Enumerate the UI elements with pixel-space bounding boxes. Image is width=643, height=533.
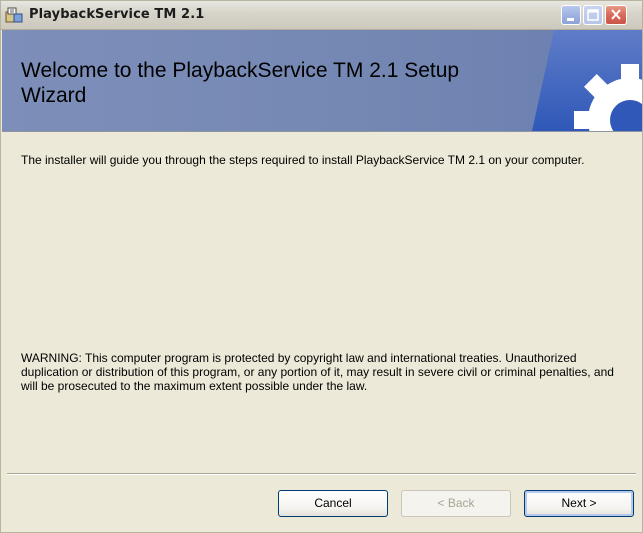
setup-wizard-window: PlaybackService TM 2.1 Welcome to the Pl…: [0, 0, 643, 533]
cancel-button[interactable]: Cancel: [278, 490, 388, 517]
title-bar[interactable]: PlaybackService TM 2.1: [1, 1, 642, 30]
gear-icon: [532, 30, 642, 131]
wizard-banner: Welcome to the PlaybackService TM 2.1 Se…: [2, 30, 642, 132]
window-title: PlaybackService TM 2.1: [29, 7, 205, 22]
close-button[interactable]: [605, 5, 627, 25]
banner-title: Welcome to the PlaybackService TM 2.1 Se…: [21, 59, 460, 107]
minimize-icon: [567, 18, 574, 21]
minimize-button[interactable]: [561, 5, 581, 25]
copyright-warning: WARNING: This computer program is protec…: [21, 351, 614, 393]
back-button[interactable]: < Back: [401, 490, 511, 517]
intro-text: The installer will guide you through the…: [21, 153, 585, 167]
button-separator: [7, 473, 636, 475]
next-button[interactable]: Next >: [524, 490, 634, 517]
maximize-button[interactable]: [583, 5, 603, 25]
installer-icon: [5, 6, 23, 24]
close-icon: [611, 9, 621, 20]
maximize-icon: [587, 9, 599, 21]
